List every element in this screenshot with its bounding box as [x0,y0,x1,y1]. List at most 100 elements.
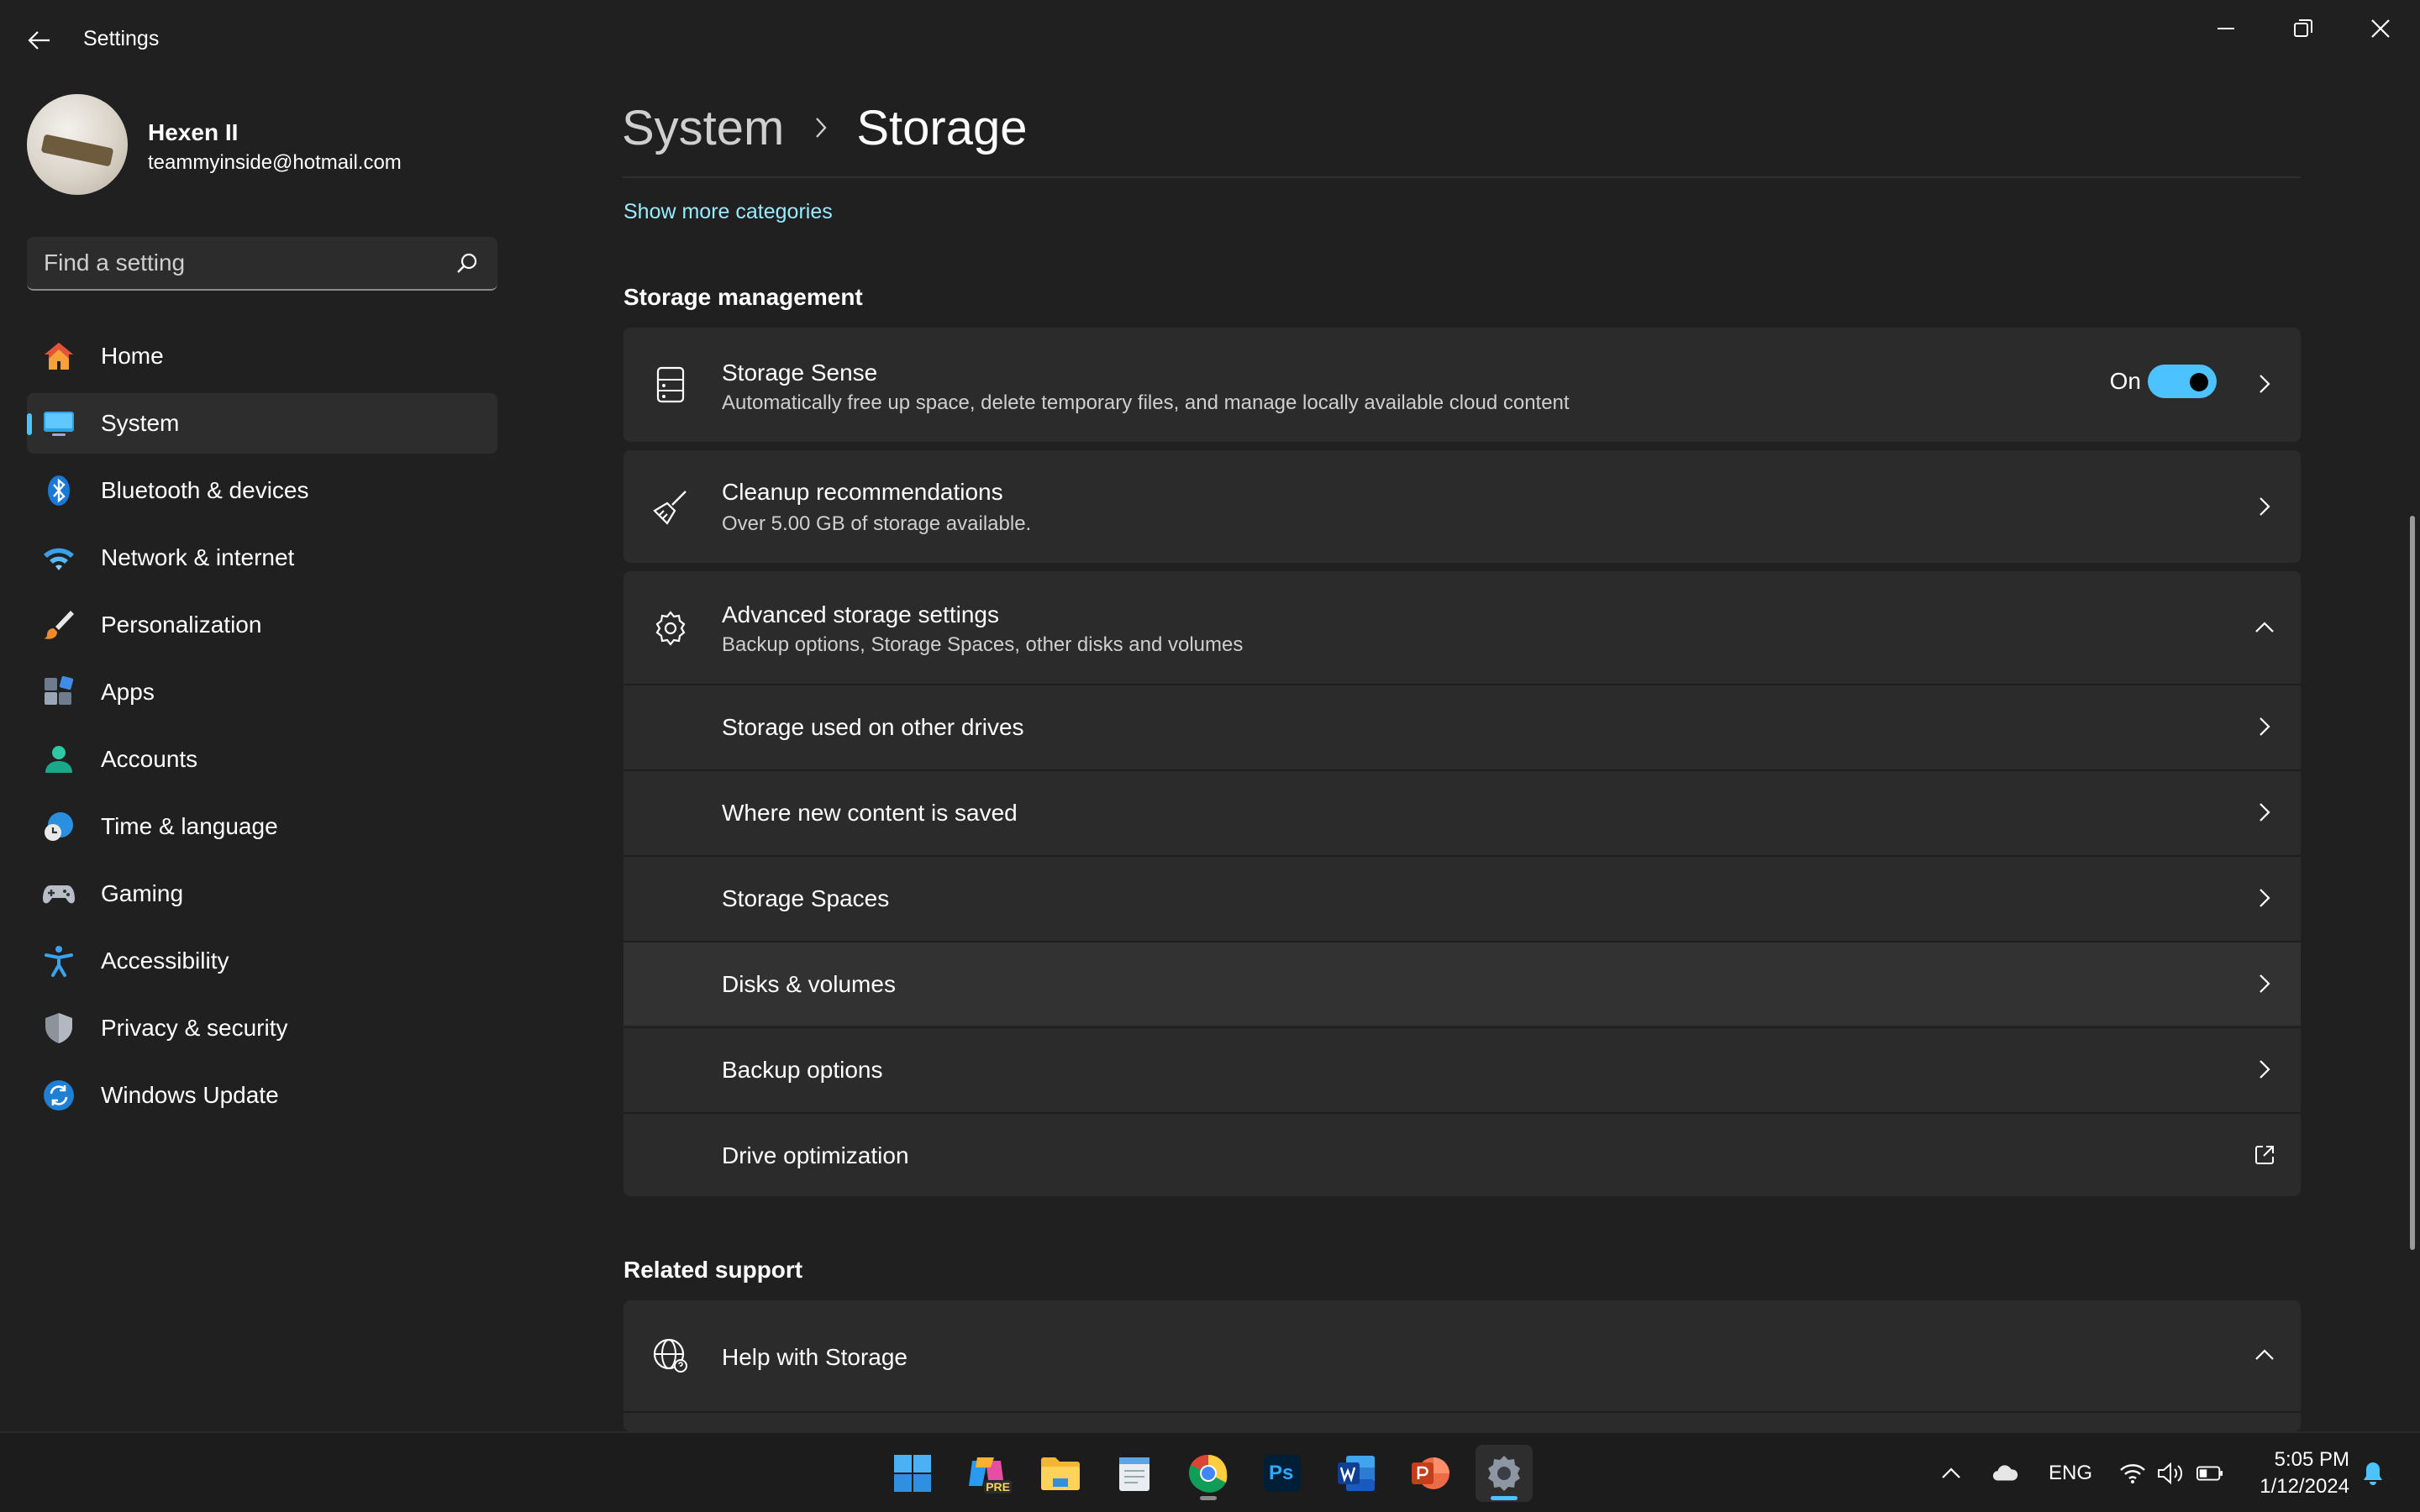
show-more-categories-link[interactable]: Show more categories [623,200,833,224]
chevron-up-icon [2252,1342,2277,1368]
help-with-storage-card[interactable]: Help with Storage [623,1300,2301,1431]
sidebar-item-windows-update[interactable]: Windows Update [27,1065,497,1126]
title-bar: Settings [0,0,2420,81]
search-icon[interactable] [455,252,479,276]
powerpoint-icon [1412,1457,1449,1489]
broom-icon [650,487,691,528]
advanced-storage-settings-header[interactable]: Advanced storage settings Backup options… [623,571,2301,684]
chevron-right-icon [2252,971,2277,996]
storage-spaces-row[interactable]: Storage Spaces [623,855,2301,939]
chevron-up-icon [2252,615,2277,640]
chevron-right-icon [2252,800,2277,825]
search-input[interactable] [44,237,447,289]
sidebar-item-accounts[interactable]: Accounts [27,729,497,790]
sidebar-item-apps[interactable]: Apps [27,662,497,722]
sub-row-label: Disks & volumes [722,971,896,997]
globe-clock-icon [42,810,76,843]
word-button[interactable] [1328,1445,1385,1502]
avatar [27,94,128,195]
sidebar-item-label: Bluetooth & devices [101,477,309,503]
sidebar-item-gaming[interactable]: Gaming [27,864,497,924]
card-divider [623,1411,2301,1413]
storage-sense-title: Storage Sense [722,360,878,386]
notepad-button[interactable] [1106,1445,1163,1502]
copilot-button[interactable]: PRE [958,1445,1015,1502]
powerpoint-button[interactable] [1402,1445,1459,1502]
clock-time: 5:05 PM [2274,1448,2349,1471]
minimize-button[interactable] [2188,5,2264,52]
back-arrow-icon [28,31,50,50]
settings-icon [1488,1456,1520,1491]
backup-options-row[interactable]: Backup options [623,1026,2301,1110]
toggle-knob [2190,373,2208,391]
search-box[interactable] [27,237,497,291]
sidebar-item-accessibility[interactable]: Accessibility [27,931,497,991]
battery-icon [2196,1466,2223,1481]
sidebar-item-label: Privacy & security [101,1015,288,1041]
gear-icon [650,608,691,648]
sidebar-item-time-language[interactable]: Time & language [27,796,497,857]
disks-volumes-row[interactable]: Disks & volumes [623,941,2301,1025]
sidebar-item-label: System [101,410,180,436]
windows-start-icon [894,1455,931,1492]
restore-button[interactable] [2265,5,2341,52]
cleanup-recommendations-card[interactable]: Cleanup recommendations Over 5.00 GB of … [623,450,2301,563]
sidebar-item-bluetooth-devices[interactable]: Bluetooth & devices [27,460,497,521]
where-new-content-is-saved-row[interactable]: Where new content is saved [623,769,2301,853]
sidebar-item-personalization[interactable]: Personalization [27,595,497,655]
shield-icon [42,1011,76,1045]
bell-icon [2364,1462,2382,1485]
chrome-icon [1188,1454,1228,1493]
onedrive-button[interactable] [1991,1460,2018,1487]
user-profile[interactable]: Hexen II teammyinside@hotmail.com [27,94,497,198]
battery-tray-button[interactable] [2196,1460,2223,1487]
advanced-storage-subtitle: Backup options, Storage Spaces, other di… [722,633,1244,656]
notifications-button[interactable] [2360,1460,2386,1487]
cleanup-subtitle: Over 5.00 GB of storage available. [722,512,1032,535]
sidebar-item-system[interactable]: System [27,393,497,454]
volume-tray-button[interactable] [2156,1460,2183,1487]
advanced-storage-title: Advanced storage settings [722,601,999,627]
back-button[interactable] [18,22,60,59]
sidebar-item-privacy-security[interactable]: Privacy & security [27,998,497,1058]
taskbar: PRE Ps ENG 5:05 PM 1/12/2024 [0,1431,2420,1512]
sub-row-label: Storage Spaces [722,885,890,911]
external-link-icon [2252,1142,2277,1168]
apps-icon [42,675,76,709]
restore-icon [2294,19,2312,37]
show-hidden-icons-button[interactable] [1938,1460,1965,1487]
storage-sense-card[interactable]: Storage Sense Automatically free up spac… [623,328,2301,442]
accessibility-icon [42,944,76,978]
photoshop-button[interactable]: Ps [1254,1445,1311,1502]
sidebar-item-label: Accessibility [101,948,229,974]
close-icon [2371,19,2390,38]
profile-name: Hexen II [148,119,239,145]
chevron-right-icon [2252,714,2277,739]
drive-optimization-row[interactable]: Drive optimization [623,1112,2301,1196]
chrome-button[interactable] [1180,1445,1237,1502]
chevron-right-icon [2252,885,2277,911]
sidebar-item-label: Gaming [101,880,184,906]
start-button[interactable] [884,1445,941,1502]
settings-button[interactable] [1476,1445,1533,1502]
storage-sense-toggle[interactable] [2148,365,2217,398]
volume-icon [2158,1462,2182,1484]
sidebar-item-home[interactable]: Home [27,326,497,386]
chevron-right-icon [814,116,828,139]
storage-sense-subtitle: Automatically free up space, delete temp… [722,391,1570,414]
network-tray-button[interactable] [2119,1460,2146,1487]
storage-used-on-other-drives-row[interactable]: Storage used on other drives [623,684,2301,768]
clock[interactable]: 5:05 PM 1/12/2024 [2260,1446,2349,1500]
update-icon [42,1079,76,1112]
sidebar-item-label: Apps [101,679,155,705]
wifi-icon [42,541,76,575]
globe-icon [650,1336,691,1376]
file-explorer-button[interactable] [1032,1445,1089,1502]
language-indicator[interactable]: ENG [2049,1462,2092,1485]
monitor-icon [42,407,76,440]
cleanup-title: Cleanup recommendations [722,479,1003,505]
breadcrumb-system[interactable]: System [622,100,784,156]
scrollbar[interactable] [2410,516,2415,1250]
close-button[interactable] [2343,5,2418,52]
sidebar-item-network-internet[interactable]: Network & internet [27,528,497,588]
